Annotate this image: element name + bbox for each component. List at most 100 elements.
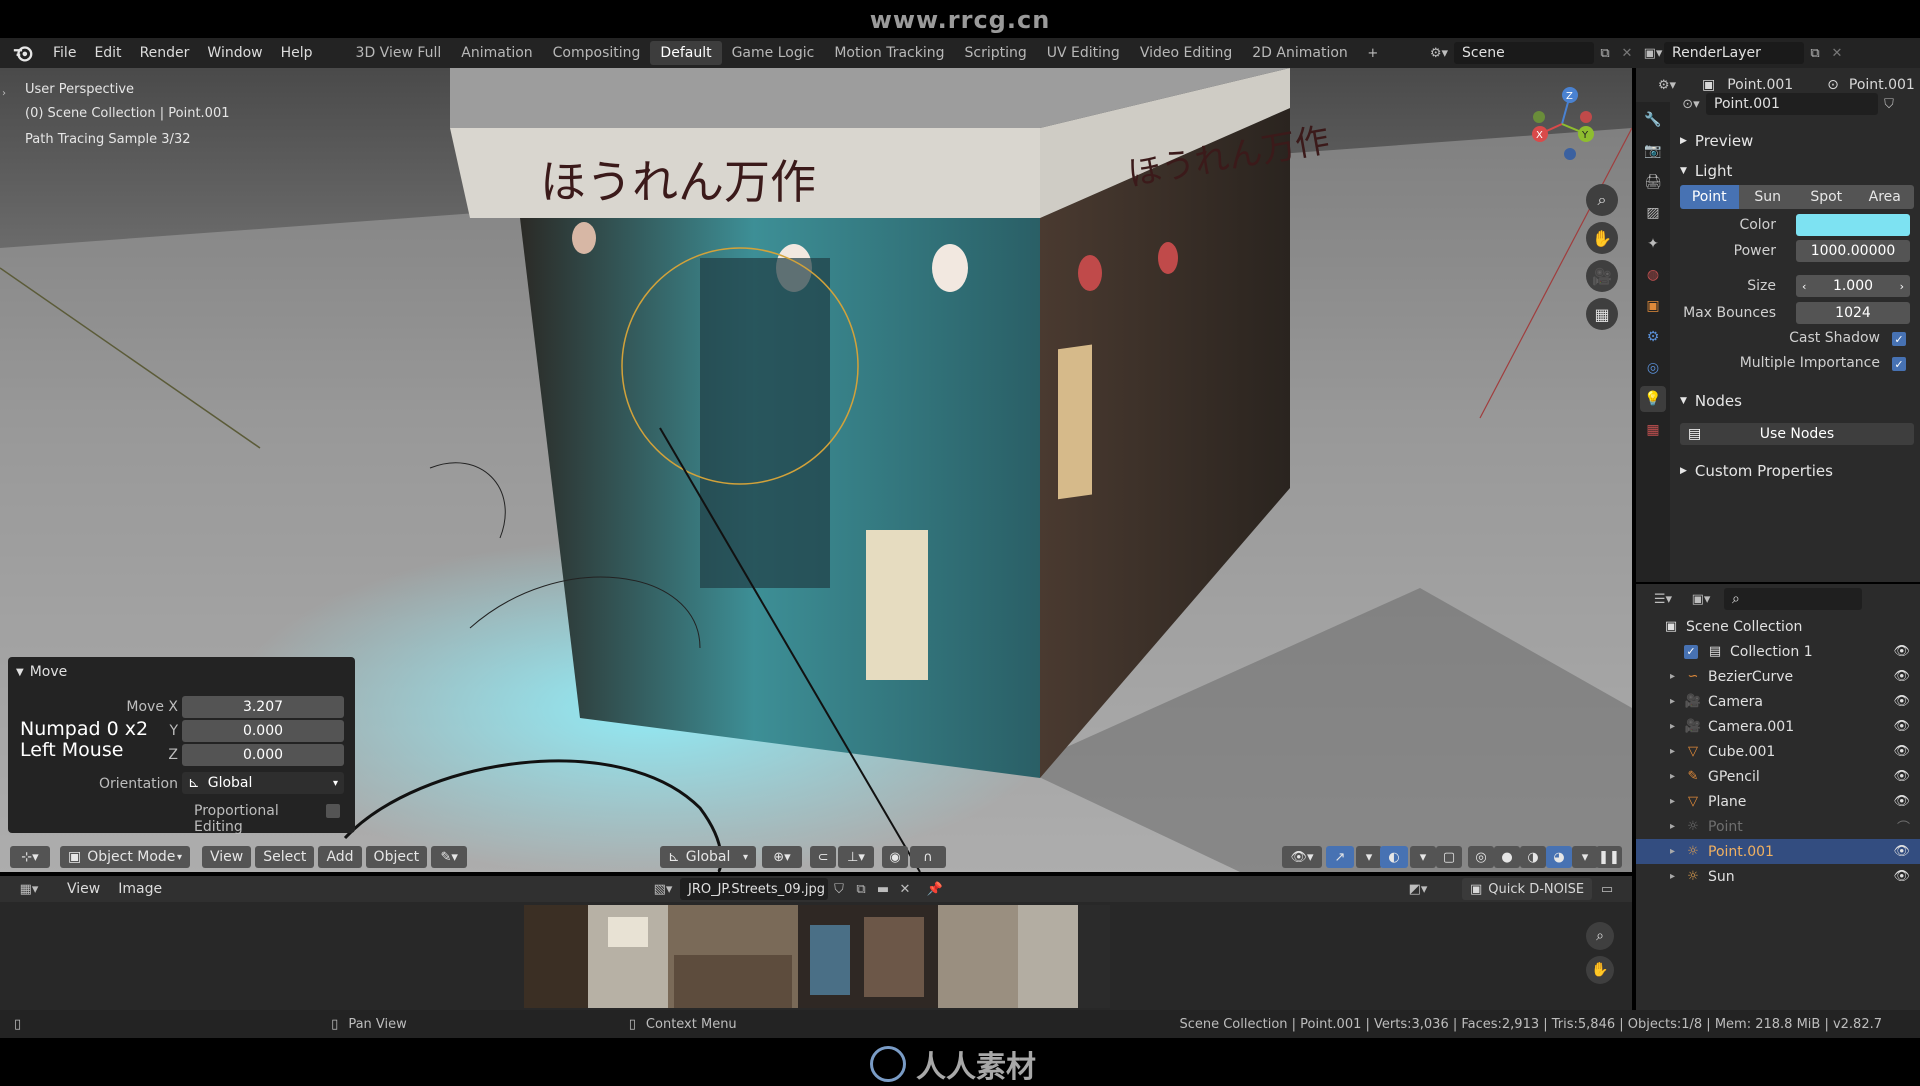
ortho-grid-icon[interactable]: ▦ xyxy=(1586,298,1618,330)
screen-icon[interactable]: ▭ xyxy=(1596,878,1618,900)
eye-icon[interactable]: 👁 xyxy=(1893,769,1910,784)
scene-tab-icon[interactable]: ✦ xyxy=(1640,231,1666,257)
workspace-tab-video-editing[interactable]: Video Editing xyxy=(1130,41,1242,65)
light-browse-icon[interactable]: ⊙▾ xyxy=(1676,93,1706,115)
view-menu[interactable]: View xyxy=(202,846,252,868)
tool-tab-icon[interactable]: 🔧 xyxy=(1640,107,1666,133)
physics-tab-icon[interactable]: ◎ xyxy=(1640,355,1666,381)
outliner-editor-type-icon[interactable]: ☰▾ xyxy=(1648,588,1678,610)
wireframe-shading-icon[interactable]: ◎ xyxy=(1468,846,1494,868)
increment-icon[interactable]: › xyxy=(1900,280,1904,293)
remove-scene-icon[interactable]: ✕ xyxy=(1616,42,1638,64)
move-x-field[interactable]: 3.207 xyxy=(182,696,344,718)
image-name-field[interactable]: JRO_JP.Streets_09.jpg xyxy=(680,878,828,900)
object-menu[interactable]: Object xyxy=(365,846,428,868)
select-menu[interactable]: Select xyxy=(255,846,315,868)
workspace-tab-animation[interactable]: Animation xyxy=(451,41,542,65)
expand-arrow-icon[interactable]: ▸ xyxy=(1670,846,1684,857)
new-image-icon[interactable]: ⧉ xyxy=(850,878,872,900)
pivot-point-icon[interactable]: ⊕▾ xyxy=(762,846,802,868)
remove-view-layer-icon[interactable]: ✕ xyxy=(1826,42,1848,64)
browse-image-icon[interactable]: ▧▾ xyxy=(646,878,680,900)
workspace-tab-game-logic[interactable]: Game Logic xyxy=(722,41,825,65)
image-pan-icon[interactable]: ✋ xyxy=(1586,956,1614,984)
image-menu[interactable]: Image xyxy=(109,881,171,897)
multiple-importance-checkbox[interactable]: ✓ xyxy=(1892,357,1906,371)
use-nodes-button[interactable]: ▤ Use Nodes xyxy=(1680,423,1914,445)
image-view-menu[interactable]: View xyxy=(58,881,109,897)
output-tab-icon[interactable]: 🖨 xyxy=(1640,169,1666,195)
workspace-tab-default[interactable]: Default xyxy=(650,41,722,65)
proportional-editing-checkbox[interactable] xyxy=(326,804,340,818)
scene-field[interactable]: Scene xyxy=(1454,42,1594,64)
add-workspace-icon[interactable]: + xyxy=(1362,42,1384,64)
display-mode-icon[interactable]: ▣▾ xyxy=(1686,588,1716,610)
outliner-item-collection-1[interactable]: ✓ ▤ Collection 1 👁 xyxy=(1636,639,1920,664)
display-channels-icon[interactable]: ◩▾ xyxy=(1400,878,1436,900)
xray-icon[interactable]: ▢ xyxy=(1436,846,1462,868)
image-zoom-icon[interactable]: ⌕ xyxy=(1586,922,1614,950)
light-type-point[interactable]: Point xyxy=(1680,185,1739,209)
orientation-dropdown[interactable]: ⊾ Global ▾ xyxy=(182,772,344,794)
eye-icon[interactable]: 👁 xyxy=(1893,669,1910,684)
rendered-shading-icon[interactable]: ◕ xyxy=(1546,846,1572,868)
workspace-tab-3d-view-full[interactable]: 3D View Full xyxy=(346,41,452,65)
pause-render-icon[interactable]: ❚❚ xyxy=(1596,846,1622,868)
nodes-section[interactable]: ▼ Nodes xyxy=(1680,392,1742,410)
outliner-item-point[interactable]: ▸ ☼ Point ⌒ xyxy=(1636,814,1920,839)
transform-orientation-dropdown[interactable]: ⊾ Global ▾ xyxy=(660,846,756,868)
snap-target-icon[interactable]: ⊥▾ xyxy=(838,846,874,868)
eye-icon[interactable]: 👁 xyxy=(1893,744,1910,759)
snap-icon[interactable]: ⊂ xyxy=(810,846,836,868)
render-tab-icon[interactable]: 📷 xyxy=(1640,138,1666,164)
object-tab-icon[interactable]: ▣ xyxy=(1640,293,1666,319)
view-layer-field[interactable]: RenderLayer xyxy=(1664,42,1804,64)
light-data-tab-icon[interactable]: 💡 xyxy=(1640,386,1666,412)
move-panel-header[interactable]: ▼ Move xyxy=(8,657,355,687)
chevron-down-icon[interactable]: ▾ xyxy=(1356,846,1382,868)
proportional-edit-icon[interactable]: ◉ xyxy=(882,846,908,868)
expand-arrow-icon[interactable]: ▸ xyxy=(1670,871,1684,882)
gpencil-draw-icon[interactable]: ✎▾ xyxy=(431,846,468,868)
eye-icon[interactable]: 👁 xyxy=(1893,869,1910,884)
eye-icon[interactable]: 👁 xyxy=(1893,694,1910,709)
outliner-item-camera-001[interactable]: ▸ 🎥 Camera.001 👁 xyxy=(1636,714,1920,739)
eye-icon[interactable]: 👁 xyxy=(1893,719,1910,734)
outliner-item-gpencil[interactable]: ▸ ✎ GPencil 👁 xyxy=(1636,764,1920,789)
workspace-tab-motion-tracking[interactable]: Motion Tracking xyxy=(824,41,954,65)
menu-edit[interactable]: Edit xyxy=(85,45,130,61)
modifier-tab-icon[interactable]: ⚙ xyxy=(1640,324,1666,350)
image-editor-area[interactable]: ⌕ ✋ xyxy=(0,902,1632,1010)
hidden-eye-icon[interactable]: ⌒ xyxy=(1897,817,1910,836)
open-image-folder-icon[interactable]: ▬ xyxy=(872,878,894,900)
view-layer-tab-icon[interactable]: ▨ xyxy=(1640,200,1666,226)
outliner-search-input[interactable]: ⌕ xyxy=(1724,588,1862,610)
new-view-layer-icon[interactable]: ⧉ xyxy=(1804,42,1826,64)
new-scene-icon[interactable]: ⧉ xyxy=(1594,42,1616,64)
collection-exclude-checkbox[interactable]: ✓ xyxy=(1684,644,1698,659)
view-layer-icon[interactable]: ▣▾ xyxy=(1642,42,1664,64)
zoom-icon[interactable]: ⌕ xyxy=(1586,184,1618,216)
chevron-down-icon[interactable]: ▾ xyxy=(1410,846,1436,868)
light-section[interactable]: ▼ Light xyxy=(1680,162,1732,180)
pan-hand-icon[interactable]: ✋ xyxy=(1586,222,1618,254)
expand-arrow-icon[interactable]: ▸ xyxy=(1670,771,1684,782)
scene-selector-icon[interactable]: ⚙▾ xyxy=(1428,42,1450,64)
outliner-item-cube-001[interactable]: ▸ ▽ Cube.001 👁 xyxy=(1636,739,1920,764)
light-type-spot[interactable]: Spot xyxy=(1797,185,1856,209)
workspace-tab-scripting[interactable]: Scripting xyxy=(955,41,1037,65)
workspace-tab-2d-animation[interactable]: 2D Animation xyxy=(1242,41,1358,65)
menu-render[interactable]: Render xyxy=(131,45,199,61)
axis-gizmo[interactable]: Z X Y xyxy=(1522,80,1602,160)
decrement-icon[interactable]: ‹ xyxy=(1802,280,1806,293)
blender-logo-icon[interactable] xyxy=(12,42,34,64)
move-y-field[interactable]: 0.000 xyxy=(182,720,344,742)
outliner-item-beziercurve[interactable]: ▸ ∽ BezierCurve 👁 xyxy=(1636,664,1920,689)
custom-properties-section[interactable]: ▶ Custom Properties xyxy=(1680,462,1833,480)
fake-user-shield-icon[interactable]: ⛉ xyxy=(828,878,850,900)
eye-icon[interactable]: 👁 xyxy=(1893,844,1910,859)
outliner-item-sun[interactable]: ▸ ☼ Sun 👁 xyxy=(1636,864,1920,889)
expand-arrow-icon[interactable]: ▸ xyxy=(1670,696,1684,707)
toolbar-toggle-icon[interactable]: › xyxy=(2,88,6,99)
fake-user-shield-icon[interactable]: ⛉ xyxy=(1878,93,1900,115)
